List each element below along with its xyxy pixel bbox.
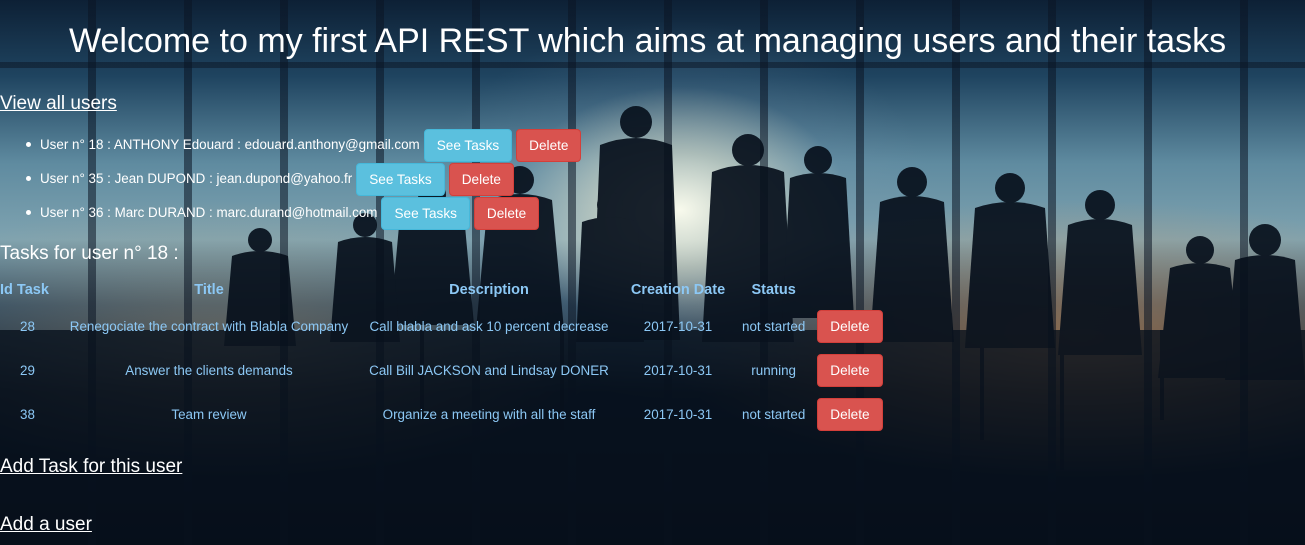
column-header-creation-date: Creation Date	[630, 282, 726, 298]
tasks-table: Id Task Title Description Creation Date …	[0, 276, 889, 436]
see-tasks-button[interactable]: See Tasks	[423, 128, 513, 162]
list-item: User n° 35 : Jean DUPOND : jean.dupond@y…	[24, 162, 581, 196]
task-title: Answer the clients demands	[125, 362, 293, 378]
delete-task-button[interactable]: Delete	[817, 397, 883, 431]
user-info-text: User n° 36 : Marc DURAND : marc.durand@h…	[40, 204, 378, 220]
delete-user-button[interactable]: Delete	[448, 162, 514, 196]
task-title: Renegociate the contract with Blabla Com…	[69, 318, 349, 334]
column-header-status: Status	[751, 282, 796, 298]
column-header-description: Description	[449, 282, 529, 298]
delete-user-button[interactable]: Delete	[473, 196, 540, 230]
task-description: Call blabla and ask 10 percent decrease	[369, 318, 609, 334]
delete-task-button[interactable]: Delete	[817, 353, 883, 387]
column-header-id: Id Task	[0, 282, 49, 298]
user-info-text: User n° 18 : ANTHONY Edouard : edouard.a…	[40, 136, 420, 152]
task-description: Organize a meeting with all the staff	[382, 406, 596, 422]
column-header-actions	[809, 276, 889, 304]
table-row: 29 Answer the clients demands Call Bill …	[0, 348, 889, 392]
task-actions: Delete	[809, 348, 889, 392]
see-tasks-button[interactable]: See Tasks	[356, 162, 445, 196]
task-title: Team review	[171, 406, 247, 422]
delete-user-button[interactable]: Delete	[516, 128, 582, 162]
tasks-heading: Tasks for user n° 18 :	[0, 243, 179, 264]
table-row: 28 Renegociate the contract with Blabla …	[0, 304, 889, 348]
add-user-link[interactable]: Add a user	[0, 514, 92, 536]
task-actions: Delete	[809, 304, 889, 348]
task-id: 29	[20, 362, 35, 378]
list-item: User n° 36 : Marc DURAND : marc.durand@h…	[24, 196, 581, 230]
task-id: 38	[20, 406, 35, 422]
add-task-link[interactable]: Add Task for this user	[0, 456, 182, 478]
view-all-users-link[interactable]: View all users	[0, 93, 117, 115]
task-description: Call Bill JACKSON and Lindsay DONER	[369, 362, 609, 378]
delete-task-button[interactable]: Delete	[817, 309, 883, 343]
page-content: Welcome to my first API REST which aims …	[0, 0, 1305, 545]
task-status: not started	[742, 406, 806, 422]
task-id: 28	[20, 318, 35, 334]
table-row: 38 Team review Organize a meeting with a…	[0, 392, 889, 436]
task-status: running	[751, 362, 796, 378]
page-title: Welcome to my first API REST which aims …	[69, 22, 1227, 60]
table-header-row: Id Task Title Description Creation Date …	[0, 276, 889, 304]
user-info-text: User n° 35 : Jean DUPOND : jean.dupond@y…	[40, 170, 353, 186]
task-status: not started	[742, 318, 806, 334]
list-item: User n° 18 : ANTHONY Edouard : edouard.a…	[24, 128, 582, 162]
task-actions: Delete	[809, 392, 889, 436]
task-creation-date: 2017-10-31	[643, 318, 713, 334]
users-list: User n° 18 : ANTHONY Edouard : edouard.a…	[24, 128, 582, 230]
task-creation-date: 2017-10-31	[643, 406, 713, 422]
column-header-title: Title	[194, 282, 224, 298]
see-tasks-button[interactable]: See Tasks	[381, 196, 470, 230]
task-creation-date: 2017-10-31	[643, 362, 713, 378]
